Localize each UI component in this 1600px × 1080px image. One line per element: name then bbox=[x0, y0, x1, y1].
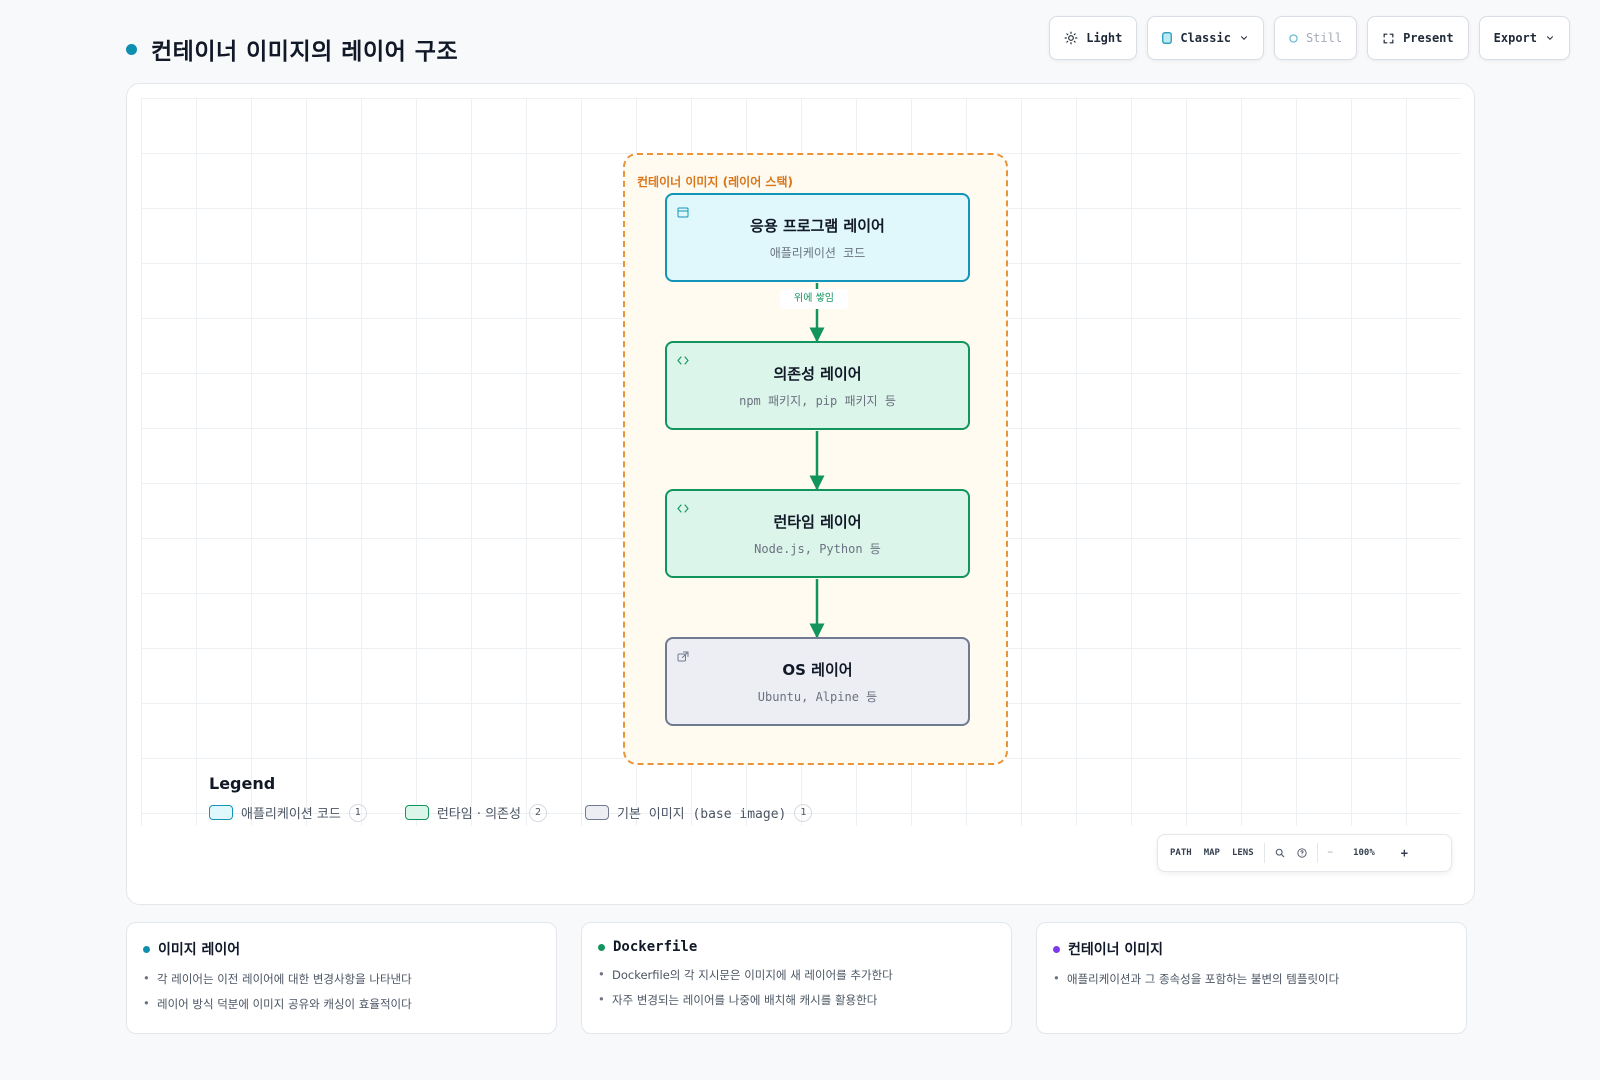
card-list: 각 레이어는 이전 레이어에 대한 변경사항을 나타낸다 레이어 방식 덕분에 … bbox=[143, 971, 540, 1012]
export-label: Export bbox=[1493, 31, 1537, 45]
list-item: 레이어 방식 덕분에 이미지 공유와 캐싱이 효율적이다 bbox=[143, 996, 540, 1012]
title-dot bbox=[126, 43, 137, 55]
view-controls: PATH MAP LENS − 100% + bbox=[1157, 834, 1452, 872]
list-item: 각 레이어는 이전 레이어에 대한 변경사항을 나타낸다 bbox=[143, 971, 540, 987]
theme-select[interactable]: Classic bbox=[1147, 16, 1264, 60]
present-button[interactable]: Present bbox=[1367, 16, 1469, 60]
legend-item-base[interactable]: 기본 이미지 (base image) 1 bbox=[584, 803, 813, 822]
node-title: 의존성 레이어 bbox=[773, 364, 862, 383]
node-subtitle: npm 패키지, pip 패키지 등 bbox=[739, 393, 896, 408]
export-button[interactable]: Export bbox=[1478, 16, 1570, 60]
code-icon bbox=[677, 499, 689, 518]
sun-icon bbox=[1064, 31, 1078, 45]
node-title: 응용 프로그램 레이어 bbox=[750, 216, 885, 235]
card-header: 이미지 레이어 bbox=[143, 939, 540, 959]
zoom-out-button[interactable]: − bbox=[1322, 841, 1339, 865]
card-list: Dockerfile의 각 지시문은 이미지에 새 레이어를 추가한다 자주 변… bbox=[598, 967, 995, 1008]
node-dependency-layer[interactable]: 의존성 레이어 npm 패키지, pip 패키지 등 bbox=[665, 341, 970, 430]
edge-label: 위에 쌓임 bbox=[780, 289, 848, 309]
theme-label: Classic bbox=[1180, 31, 1231, 45]
legend-title: Legend bbox=[209, 774, 276, 793]
legend-items: 애플리케이션 코드 1 런타임 · 의존성 2 기본 이미지 (base ima… bbox=[209, 803, 813, 822]
info-card-image-layer: 이미지 레이어 각 레이어는 이전 레이어에 대한 변경사항을 나타낸다 레이어… bbox=[126, 922, 557, 1034]
external-link-icon bbox=[677, 647, 689, 666]
legend-label: 런타임 · 의존성 bbox=[436, 807, 521, 822]
legend-swatch bbox=[584, 805, 609, 820]
path-button[interactable]: PATH bbox=[1164, 841, 1198, 865]
search-icon[interactable] bbox=[1269, 841, 1291, 865]
node-os-layer[interactable]: OS 레이어 Ubuntu, Alpine 등 bbox=[665, 637, 970, 726]
legend-label: 애플리케이션 코드 bbox=[241, 807, 341, 822]
light-mode-label: Light bbox=[1086, 31, 1123, 45]
divider bbox=[1263, 843, 1265, 863]
zoom-in-button[interactable]: + bbox=[1395, 841, 1414, 865]
diagram-canvas[interactable]: 컨테이너 이미지 (레이어 스택) 위에 쌓임 응용 프로그램 레이어 애플리케… bbox=[126, 83, 1475, 905]
light-mode-button[interactable]: Light bbox=[1049, 16, 1138, 60]
zoom-level: 100% bbox=[1353, 848, 1375, 858]
card-list: 애플리케이션과 그 종속성을 포함하는 불변의 템플릿이다 bbox=[1053, 971, 1450, 987]
code-icon bbox=[677, 351, 689, 370]
theme-swatch-icon bbox=[1162, 32, 1173, 44]
card-title: Dockerfile bbox=[613, 939, 698, 955]
page-title: 컨테이너 이미지의 레이어 구조 bbox=[151, 39, 459, 65]
fullscreen-icon bbox=[1382, 32, 1395, 45]
help-icon[interactable] bbox=[1291, 841, 1313, 865]
group-label: 컨테이너 이미지 (레이어 스택) bbox=[635, 173, 795, 190]
legend-count: 1 bbox=[794, 803, 813, 822]
divider bbox=[1316, 843, 1318, 863]
container-image-group[interactable]: 컨테이너 이미지 (레이어 스택) 위에 쌓임 응용 프로그램 레이어 애플리케… bbox=[623, 153, 1008, 765]
node-subtitle: Node.js, Python 등 bbox=[754, 541, 881, 556]
legend-swatch bbox=[209, 805, 233, 820]
card-title: 컨테이너 이미지 bbox=[1068, 942, 1164, 958]
legend-item-runtime[interactable]: 런타임 · 의존성 2 bbox=[404, 803, 547, 822]
legend-label: 기본 이미지 (base image) bbox=[616, 807, 787, 822]
legend-count: 1 bbox=[348, 803, 367, 822]
info-card-dockerfile: Dockerfile Dockerfile의 각 지시문은 이미지에 새 레이어… bbox=[581, 922, 1012, 1034]
page-header: 컨테이너 이미지의 레이어 구조 bbox=[126, 32, 458, 66]
info-card-container-image: 컨테이너 이미지 애플리케이션과 그 종속성을 포함하는 불변의 템플릿이다 bbox=[1036, 922, 1467, 1034]
chevron-down-icon bbox=[1239, 33, 1249, 43]
node-title: 런타임 레이어 bbox=[773, 512, 862, 531]
map-button[interactable]: MAP bbox=[1198, 841, 1226, 865]
card-header: 컨테이너 이미지 bbox=[1053, 939, 1450, 959]
list-item: 자주 변경되는 레이어를 나중에 배치해 캐시를 활용한다 bbox=[598, 992, 995, 1008]
lens-button[interactable]: LENS bbox=[1226, 841, 1260, 865]
legend: Legend 애플리케이션 코드 1 런타임 · 의존성 2 기본 이미지 (b… bbox=[209, 774, 813, 822]
card-header: Dockerfile bbox=[598, 939, 995, 955]
circle-icon bbox=[1289, 33, 1298, 43]
node-subtitle: 애플리케이션 코드 bbox=[769, 245, 866, 260]
legend-swatch bbox=[404, 805, 429, 820]
chevron-down-icon bbox=[1545, 33, 1555, 43]
node-title: OS 레이어 bbox=[782, 660, 853, 679]
window-icon bbox=[677, 203, 689, 222]
list-item: Dockerfile의 각 지시문은 이미지에 새 레이어를 추가한다 bbox=[598, 967, 995, 983]
still-label: Still bbox=[1305, 31, 1343, 45]
node-runtime-layer[interactable]: 런타임 레이어 Node.js, Python 등 bbox=[665, 489, 970, 578]
present-label: Present bbox=[1403, 31, 1454, 45]
canvas-grid: 컨테이너 이미지 (레이어 스택) 위에 쌓임 응용 프로그램 레이어 애플리케… bbox=[141, 98, 1461, 826]
node-subtitle: Ubuntu, Alpine 등 bbox=[757, 689, 878, 704]
legend-count: 2 bbox=[528, 803, 547, 822]
card-dot bbox=[598, 943, 605, 951]
list-item: 애플리케이션과 그 종속성을 포함하는 불변의 템플릿이다 bbox=[1053, 971, 1450, 987]
toolbar: Light Classic Still Present Export bbox=[1049, 16, 1570, 60]
still-toggle-button[interactable]: Still bbox=[1273, 16, 1358, 60]
card-dot bbox=[1053, 945, 1060, 953]
legend-item-app[interactable]: 애플리케이션 코드 1 bbox=[209, 803, 367, 822]
card-title: 이미지 레이어 bbox=[158, 942, 241, 958]
card-dot bbox=[143, 945, 150, 953]
node-application-layer[interactable]: 응용 프로그램 레이어 애플리케이션 코드 bbox=[665, 193, 970, 282]
